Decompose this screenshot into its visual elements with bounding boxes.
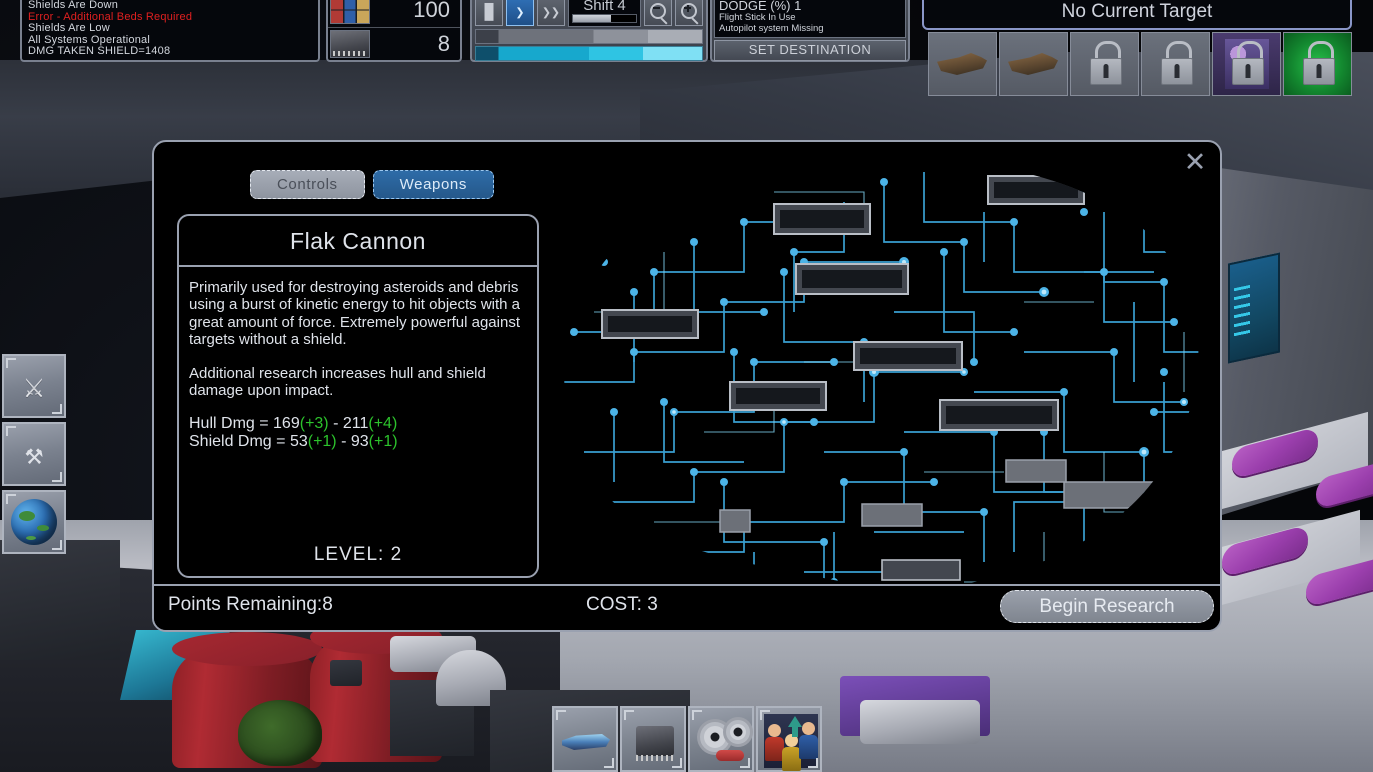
stat-max: 93 (350, 433, 369, 451)
zoom-out-icon[interactable] (644, 0, 672, 26)
weapon-slot-locked-3[interactable] (1212, 32, 1281, 96)
stat-max-bonus: (+4) (368, 415, 398, 433)
weapon-slot-locked-1[interactable] (1070, 32, 1139, 96)
set-destination-button[interactable]: SET DESTINATION (714, 40, 906, 61)
pause-button[interactable]: ▐▌ (475, 0, 503, 26)
weapon-slots (928, 32, 1352, 96)
resource-value: 8 (437, 30, 450, 56)
research-stats: Hull Dmg = 169(+3) - 211(+4) Shield Dmg … (179, 415, 537, 451)
cannon-icon (937, 53, 987, 75)
dialog-footer: Points Remaining:8 COST: 3 Begin Researc… (154, 584, 1220, 630)
ship-icon (562, 734, 610, 750)
speed-control-panel: ▐▌ ❯ ❯❯ Shift 4 (470, 0, 708, 62)
description-paragraph: Primarily used for destroying asteroids … (189, 279, 521, 349)
crew-icon (764, 714, 818, 771)
points-remaining-label: Points Remaining:8 (168, 594, 333, 615)
sidebar-item-build[interactable]: ⚒ (2, 422, 66, 486)
research-dialog: ✕ Controls Weapons Flak Cannon Primarily… (152, 140, 1222, 632)
sidebar-item-combat[interactable]: ⚔ (2, 354, 66, 418)
weapon-slot-cannon-2[interactable] (999, 32, 1068, 96)
status-messages-panel: Shields Are Down Error - Additional Beds… (20, 0, 320, 62)
status-line: Shields Are Down (28, 0, 119, 11)
resource-value: 100 (413, 0, 450, 23)
research-level: LEVEL: 2 (313, 544, 403, 565)
tank-valve (330, 660, 362, 686)
crates-icon (330, 0, 370, 25)
cylinder-icon (716, 750, 744, 761)
autopilot-status: Autopilot system Missing (719, 22, 824, 34)
taskbar-item-machinery[interactable] (688, 706, 754, 772)
cost-label: COST: 3 (586, 594, 658, 615)
speed-buttons-row: ▐▌ ❯ ❯❯ Shift 4 (475, 0, 703, 27)
navigation-panel: DODGE (%) 1 Flight Stick In Use Autopilo… (710, 0, 910, 62)
status-line: DMG TAKEN SHIELD=1408 (28, 45, 171, 58)
zoom-in-icon[interactable] (675, 0, 703, 26)
weapon-slot-locked-4[interactable] (1283, 32, 1352, 96)
research-info-card: Flak Cannon Primarily used for destroyin… (177, 214, 539, 578)
shift-progress-fill (573, 15, 611, 22)
resource-row-chips: 8 (328, 28, 460, 61)
taskbar-item-crew[interactable] (756, 706, 822, 772)
gear-icon (726, 720, 750, 744)
weapon-slot-locked-2[interactable] (1141, 32, 1210, 96)
stat-min-bonus: (+1) (307, 433, 337, 451)
up-arrow-icon (788, 716, 802, 737)
current-target-label: No Current Target (1061, 1, 1213, 22)
research-description: Primarily used for destroying asteroids … (179, 267, 537, 399)
planet-icon (11, 499, 57, 545)
winged-sword-icon: ⚔ (23, 366, 45, 406)
gauge-shield (475, 46, 703, 61)
shift-progress-bar (572, 14, 637, 23)
stat-separator: - (336, 433, 351, 451)
weapon-slot-cannon-1[interactable] (928, 32, 997, 96)
description-paragraph: Additional research increases hull and s… (189, 364, 486, 400)
deck-console (860, 700, 980, 744)
wall-console-panel (1228, 252, 1280, 364)
stat-min: 169 (273, 415, 300, 433)
target-panel: No Current Target (922, 0, 1352, 30)
stat-max-bonus: (+1) (368, 433, 398, 451)
game-screen: Shields Are Down Error - Additional Beds… (0, 0, 1373, 772)
research-tree-circuit[interactable]: Flak Cannon (544, 152, 1216, 607)
stat-separator: - (328, 415, 343, 433)
stat-min-bonus: (+3) (299, 415, 329, 433)
flight-stick-status: Flight Stick In Use (719, 12, 796, 23)
navigation-info: DODGE (%) 1 Flight Stick In Use Autopilo… (714, 0, 906, 38)
resource-panel: 100 8 (326, 0, 462, 62)
stat-shield-damage: Shield Dmg = 53(+1) - 93(+1) (189, 433, 527, 451)
circuit-brain-svg (564, 159, 1199, 589)
lock-icon (1089, 41, 1122, 85)
lock-icon (1160, 41, 1193, 85)
system-gauges (475, 29, 703, 61)
stat-hull-damage: Hull Dmg = 169(+3) - 211(+4) (189, 415, 527, 433)
microchip-icon (636, 726, 674, 761)
resource-row-crates: 100 (328, 0, 460, 28)
begin-research-button[interactable]: Begin Research (1000, 590, 1214, 623)
tab-weapons[interactable]: Weapons (372, 170, 494, 199)
fast-forward-button[interactable]: ❯❯ (537, 0, 565, 26)
stat-max: 211 (342, 415, 369, 433)
microchip-icon (330, 29, 370, 58)
tab-controls[interactable]: Controls (250, 170, 365, 199)
tank-lid (172, 632, 322, 666)
play-button[interactable]: ❯ (506, 0, 534, 26)
research-item-title: Flak Cannon (290, 228, 426, 254)
lock-icon (1302, 41, 1335, 85)
stat-label: Hull Dmg = (189, 415, 274, 433)
sidebar-item-galaxy-map[interactable] (2, 490, 66, 554)
shift-indicator: Shift 4 (568, 0, 641, 27)
decorative-tree (238, 700, 322, 766)
dialog-tabs: Controls Weapons (250, 170, 494, 199)
equipment-rack (0, 540, 120, 660)
lock-icon (1231, 41, 1264, 85)
stat-min: 53 (289, 433, 308, 451)
taskbar-item-ship[interactable] (552, 706, 618, 772)
hammer-anvil-icon: ⚒ (24, 436, 44, 472)
taskbar-item-research[interactable] (620, 706, 686, 772)
stat-label: Shield Dmg = (189, 433, 290, 451)
cannon-icon (1008, 53, 1058, 75)
gear-icon (700, 722, 730, 752)
gauge-hull (475, 29, 703, 44)
